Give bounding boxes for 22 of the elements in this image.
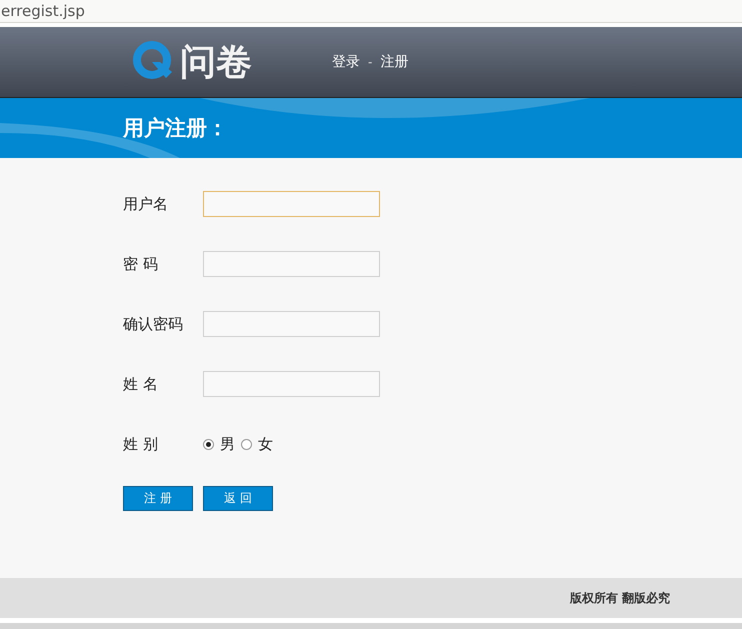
input-field[interactable] [203, 311, 380, 337]
page-title: 用户注册： [123, 114, 228, 142]
logo-text: 问卷 [180, 40, 252, 84]
input-field[interactable] [203, 191, 380, 217]
radio-button[interactable] [203, 438, 214, 450]
radio-label: 女 [258, 434, 273, 454]
field-label: 姓 名 [123, 374, 159, 394]
form-button[interactable]: 返 回 [203, 486, 273, 511]
address-url: erregist.jsp [1, 2, 85, 20]
radio-label: 男 [220, 434, 235, 454]
field-label: 密 码 [123, 254, 159, 274]
nav-link[interactable]: 登录 [332, 53, 360, 71]
field-label: 确认密码 [123, 314, 184, 334]
input-field[interactable] [203, 371, 380, 397]
radio-button[interactable] [241, 438, 252, 450]
input-field[interactable] [203, 251, 380, 277]
nav-link[interactable]: 注册 [380, 53, 408, 71]
field-label: 用户名 [123, 194, 169, 214]
field-label: 姓 别 [123, 434, 159, 454]
copyright-text: 版权所有 翻版必究 [570, 590, 670, 606]
nav-separator: - [368, 55, 372, 69]
form-button[interactable]: 注 册 [123, 486, 193, 511]
